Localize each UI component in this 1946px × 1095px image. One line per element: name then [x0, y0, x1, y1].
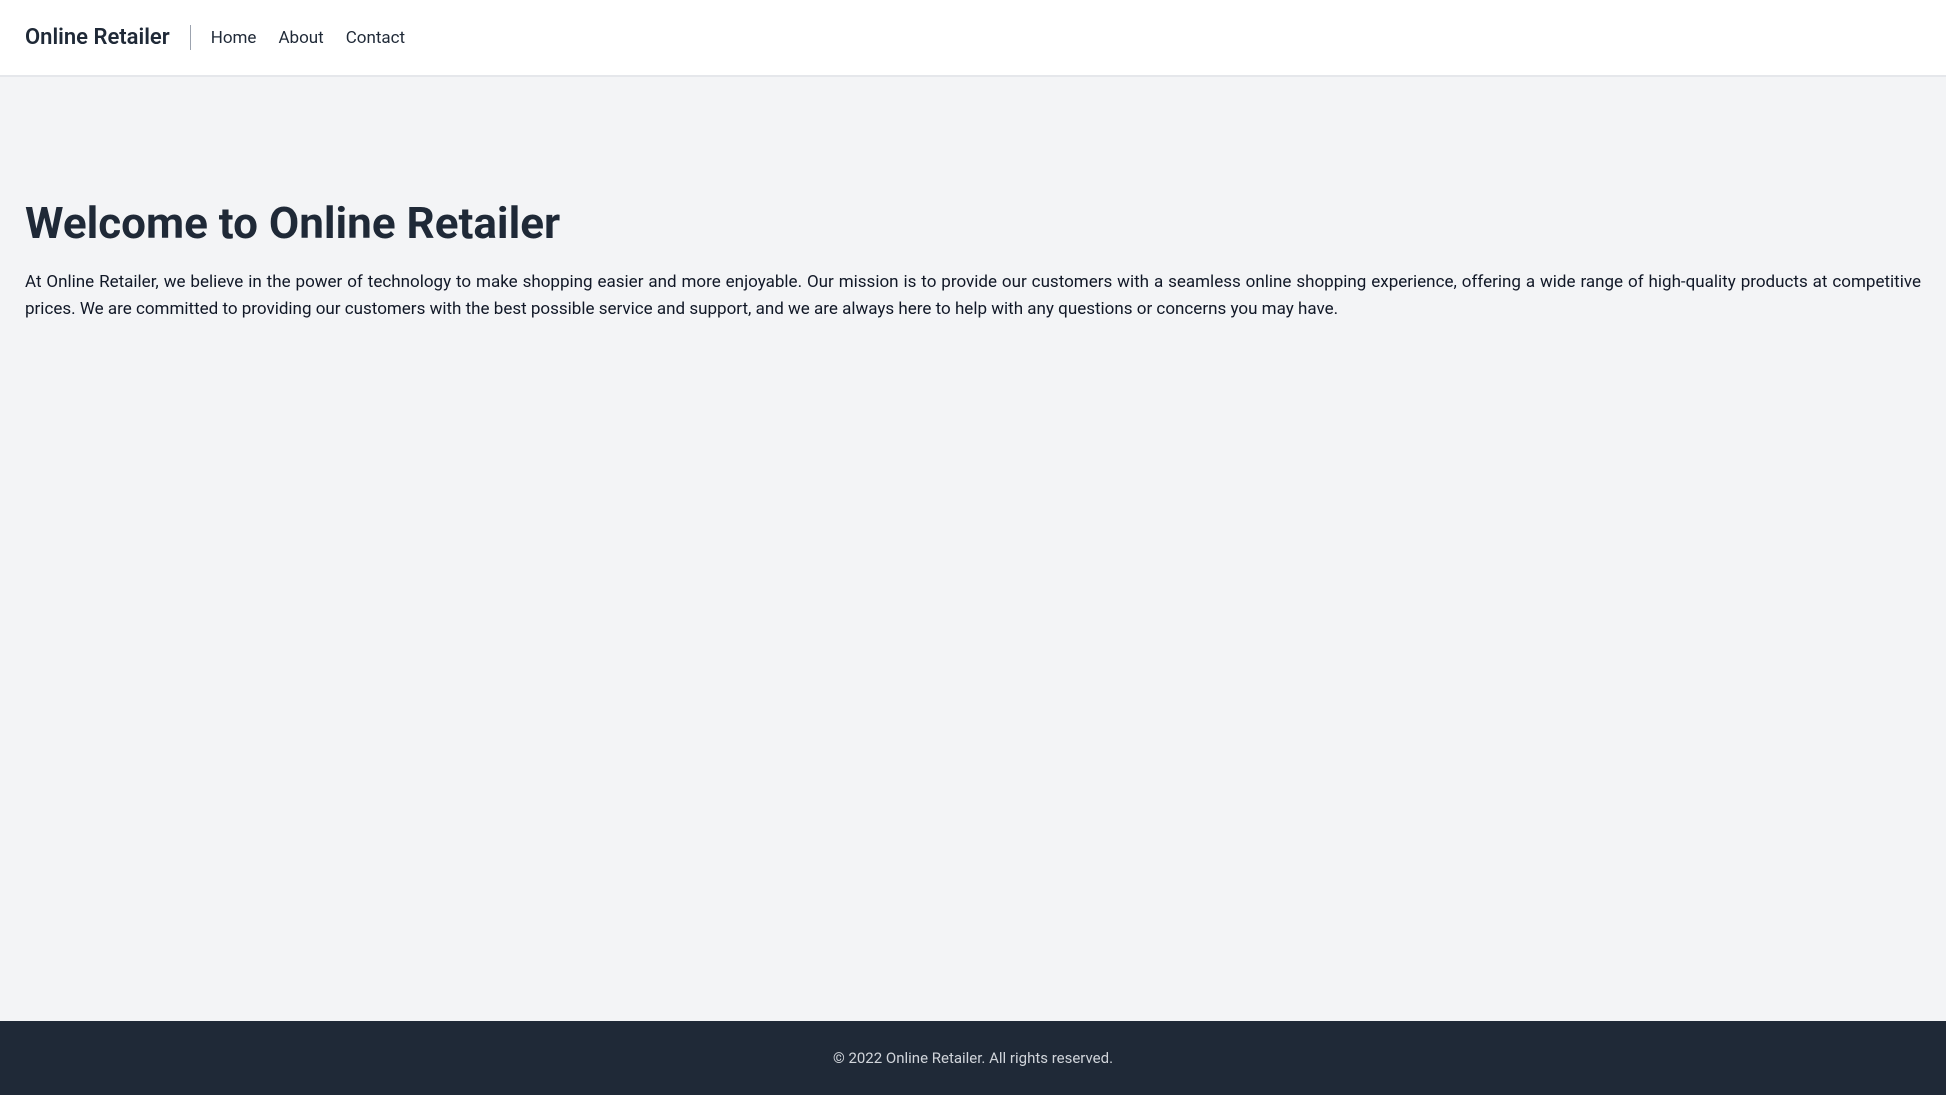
header: Online Retailer Home About Contact: [0, 0, 1946, 77]
brand-logo[interactable]: Online Retailer: [25, 25, 191, 50]
nav-link-contact[interactable]: Contact: [346, 28, 405, 48]
footer: © 2022 Online Retailer. All rights reser…: [0, 1021, 1946, 1095]
copyright-text: © 2022 Online Retailer. All rights reser…: [28, 1049, 1918, 1067]
nav-link-home[interactable]: Home: [211, 28, 257, 48]
page-title: Welcome to Online Retailer: [25, 197, 1921, 249]
main-content: Welcome to Online Retailer At Online Ret…: [0, 77, 1946, 1021]
main-nav: Home About Contact: [191, 28, 405, 48]
intro-paragraph: At Online Retailer, we believe in the po…: [25, 269, 1921, 323]
nav-link-about[interactable]: About: [278, 28, 323, 48]
